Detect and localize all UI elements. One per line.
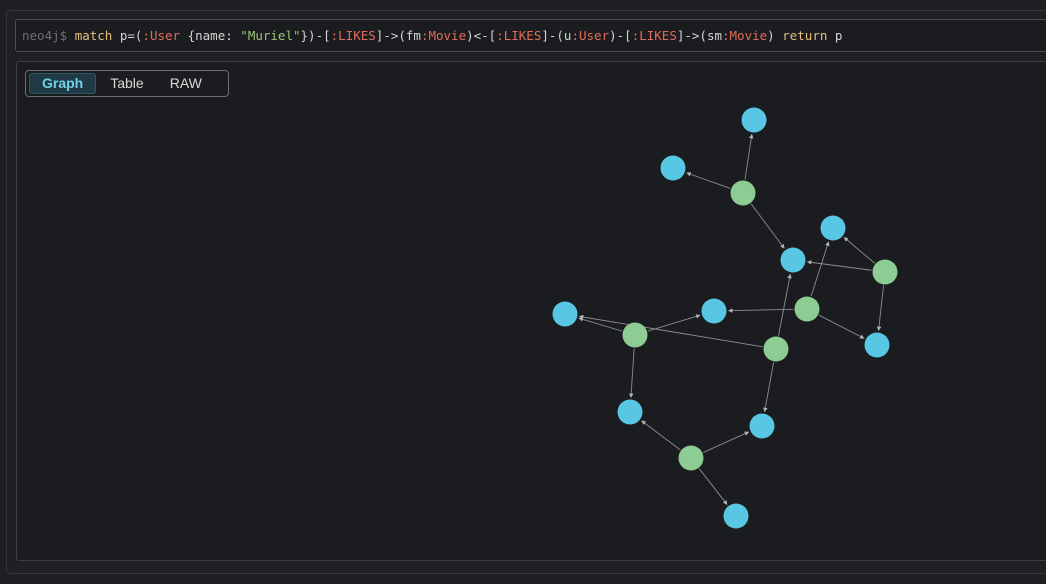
movie-node[interactable] bbox=[701, 298, 727, 324]
relationship-edge[interactable] bbox=[750, 203, 785, 249]
relationship-edge[interactable] bbox=[578, 314, 763, 348]
user-node[interactable] bbox=[730, 180, 756, 206]
graph-canvas[interactable] bbox=[0, 0, 1046, 584]
relationship-edge[interactable] bbox=[843, 237, 875, 264]
relationship-edge[interactable] bbox=[778, 273, 792, 336]
movie-node[interactable] bbox=[864, 332, 890, 358]
user-node[interactable] bbox=[678, 445, 704, 471]
relationship-edge[interactable] bbox=[810, 241, 830, 297]
user-node[interactable] bbox=[872, 259, 898, 285]
browser-app: neo4j$ match p=(:User {name: "Muriel"})-… bbox=[0, 0, 1046, 584]
user-node[interactable] bbox=[622, 322, 648, 348]
movie-node[interactable] bbox=[552, 301, 578, 327]
movie-node[interactable] bbox=[780, 247, 806, 273]
relationship-edge[interactable] bbox=[744, 133, 754, 180]
movie-node[interactable] bbox=[617, 399, 643, 425]
relationship-edge[interactable] bbox=[698, 468, 728, 505]
relationship-edge[interactable] bbox=[641, 420, 681, 451]
nodes-layer bbox=[552, 107, 898, 529]
relationship-edge[interactable] bbox=[806, 260, 872, 271]
relationship-edge[interactable] bbox=[763, 362, 775, 413]
movie-node[interactable] bbox=[723, 503, 749, 529]
user-node[interactable] bbox=[763, 336, 789, 362]
relationship-edge[interactable] bbox=[876, 285, 884, 332]
movie-node[interactable] bbox=[749, 413, 775, 439]
movie-node[interactable] bbox=[741, 107, 767, 133]
movie-node[interactable] bbox=[660, 155, 686, 181]
relationship-edge[interactable] bbox=[686, 172, 731, 189]
relationship-edge[interactable] bbox=[818, 314, 865, 339]
relationship-edge[interactable] bbox=[628, 348, 635, 398]
movie-node[interactable] bbox=[820, 215, 846, 241]
user-node[interactable] bbox=[794, 296, 820, 322]
relationship-edge[interactable] bbox=[703, 431, 750, 453]
